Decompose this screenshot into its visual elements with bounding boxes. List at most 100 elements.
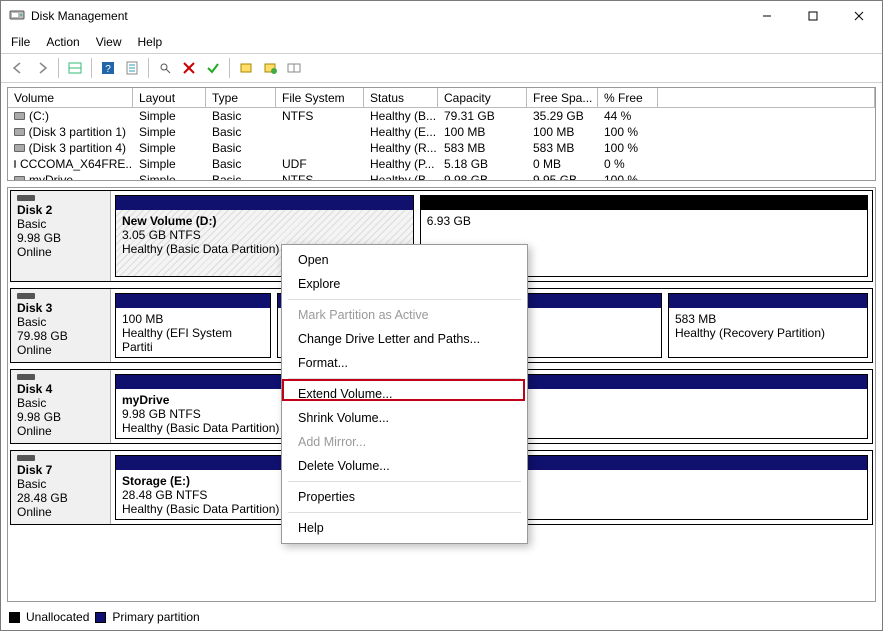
volume-free: 0 MB — [527, 156, 598, 172]
menu-item-format[interactable]: Format... — [284, 351, 525, 375]
menubar: File Action View Help — [1, 31, 882, 53]
volume-free: 583 MB — [527, 140, 598, 156]
panels-icon[interactable] — [64, 57, 86, 79]
menu-action[interactable]: Action — [46, 35, 79, 49]
volume-fs — [276, 140, 364, 156]
volume-layout: Simple — [133, 124, 206, 140]
col-volume[interactable]: Volume — [8, 88, 133, 108]
menu-item-properties[interactable]: Properties — [284, 485, 525, 509]
disk-management-window: Disk Management File Action View Help ? — [0, 0, 883, 631]
menu-view[interactable]: View — [96, 35, 122, 49]
col-capacity[interactable]: Capacity — [438, 88, 527, 108]
disk-size: 28.48 GB — [17, 491, 104, 505]
menu-item-add-mirror: Add Mirror... — [284, 430, 525, 454]
volume-fs — [276, 124, 364, 140]
volume-status: Healthy (E... — [364, 124, 438, 140]
menu-separator — [288, 378, 521, 379]
volume-name: CCCOMA_X64FRE... — [20, 157, 133, 171]
disk-icon — [17, 293, 35, 299]
back-icon[interactable] — [7, 57, 29, 79]
disk-size: 79.98 GB — [17, 329, 104, 343]
titlebar: Disk Management — [1, 1, 882, 31]
disk-id: Disk 7 — [17, 463, 104, 477]
volume-layout: Simple — [133, 140, 206, 156]
partition[interactable]: 100 MBHealthy (EFI System Partiti — [115, 293, 271, 358]
col-file-system[interactable]: File System — [276, 88, 364, 108]
properties-icon[interactable] — [121, 57, 143, 79]
volume-status: Healthy (B... — [364, 108, 438, 124]
partition-context-menu: OpenExploreMark Partition as ActiveChang… — [281, 244, 528, 544]
disk-info[interactable]: Disk 4Basic9.98 GBOnline — [11, 370, 111, 443]
partition-size: 583 MB — [675, 312, 861, 326]
partition-bar — [421, 196, 867, 210]
partition-body: 100 MBHealthy (EFI System Partiti — [116, 308, 270, 357]
search-icon[interactable] — [154, 57, 176, 79]
disk-id: Disk 2 — [17, 203, 104, 217]
new-span-icon[interactable] — [259, 57, 281, 79]
volume-icon — [14, 112, 25, 120]
volume-pct-free: 100 % — [598, 172, 658, 180]
legend-label-primary: Primary partition — [112, 610, 199, 624]
menu-separator — [288, 512, 521, 513]
partition-size: 3.05 GB NTFS — [122, 228, 407, 242]
partition[interactable]: 583 MBHealthy (Recovery Partition) — [668, 293, 868, 358]
svg-text:?: ? — [105, 64, 111, 75]
menu-item-shrink-volume[interactable]: Shrink Volume... — [284, 406, 525, 430]
volume-row[interactable]: (Disk 3 partition 4)SimpleBasicHealthy (… — [8, 140, 875, 156]
menu-item-delete-volume[interactable]: Delete Volume... — [284, 454, 525, 478]
col-spacer — [658, 88, 875, 108]
menu-item-change-drive-letter-and-paths[interactable]: Change Drive Letter and Paths... — [284, 327, 525, 351]
volume-row[interactable]: myDriveSimpleBasicNTFSHealthy (B...9.98 … — [8, 172, 875, 180]
disk-id: Disk 3 — [17, 301, 104, 315]
disk-icon — [17, 374, 35, 380]
forward-icon[interactable] — [31, 57, 53, 79]
volume-row[interactable]: (C:)SimpleBasicNTFSHealthy (B...79.31 GB… — [8, 108, 875, 124]
partition-size: 6.93 GB — [427, 214, 861, 228]
disk-info[interactable]: Disk 7Basic28.48 GBOnline — [11, 451, 111, 524]
close-button[interactable] — [836, 1, 882, 31]
legend: Unallocated Primary partition — [1, 608, 882, 630]
window-title: Disk Management — [31, 9, 128, 23]
disk-id: Disk 4 — [17, 382, 104, 396]
volume-capacity: 79.31 GB — [438, 108, 527, 124]
help-icon[interactable]: ? — [97, 57, 119, 79]
volume-status: Healthy (R... — [364, 140, 438, 156]
partition-bar — [116, 294, 270, 308]
partition-status: Healthy (Recovery Partition) — [675, 326, 861, 340]
minimize-button[interactable] — [744, 1, 790, 31]
menu-help[interactable]: Help — [138, 35, 163, 49]
volume-pct-free: 0 % — [598, 156, 658, 172]
disk-status: Online — [17, 424, 104, 438]
menu-file[interactable]: File — [11, 35, 30, 49]
col-pct-free[interactable]: % Free — [598, 88, 658, 108]
disk-size: 9.98 GB — [17, 231, 104, 245]
volume-free: 9.95 GB — [527, 172, 598, 180]
volume-icon — [14, 160, 16, 168]
volume-pct-free: 100 % — [598, 124, 658, 140]
toolbar: ? — [1, 53, 882, 83]
menu-item-open[interactable]: Open — [284, 248, 525, 272]
volume-icon — [14, 176, 25, 180]
menu-item-extend-volume[interactable]: Extend Volume... — [284, 382, 525, 406]
col-status[interactable]: Status — [364, 88, 438, 108]
volume-fs: UDF — [276, 156, 364, 172]
volume-type: Basic — [206, 140, 276, 156]
disk-info[interactable]: Disk 3Basic79.98 GBOnline — [11, 289, 111, 362]
settings-panel-icon[interactable] — [283, 57, 305, 79]
volume-list-body[interactable]: (C:)SimpleBasicNTFSHealthy (B...79.31 GB… — [8, 108, 875, 180]
new-volume-icon[interactable] — [235, 57, 257, 79]
approve-icon[interactable] — [202, 57, 224, 79]
col-free-space[interactable]: Free Spa... — [527, 88, 598, 108]
maximize-button[interactable] — [790, 1, 836, 31]
volume-capacity: 9.98 GB — [438, 172, 527, 180]
volume-row[interactable]: CCCOMA_X64FRE...SimpleBasicUDFHealthy (P… — [8, 156, 875, 172]
col-layout[interactable]: Layout — [133, 88, 206, 108]
menu-item-help[interactable]: Help — [284, 516, 525, 540]
disk-info[interactable]: Disk 2Basic9.98 GBOnline — [11, 191, 111, 281]
volume-row[interactable]: (Disk 3 partition 1)SimpleBasicHealthy (… — [8, 124, 875, 140]
volume-type: Basic — [206, 172, 276, 180]
col-type[interactable]: Type — [206, 88, 276, 108]
delete-icon[interactable] — [178, 57, 200, 79]
menu-item-explore[interactable]: Explore — [284, 272, 525, 296]
disk-type: Basic — [17, 477, 104, 491]
